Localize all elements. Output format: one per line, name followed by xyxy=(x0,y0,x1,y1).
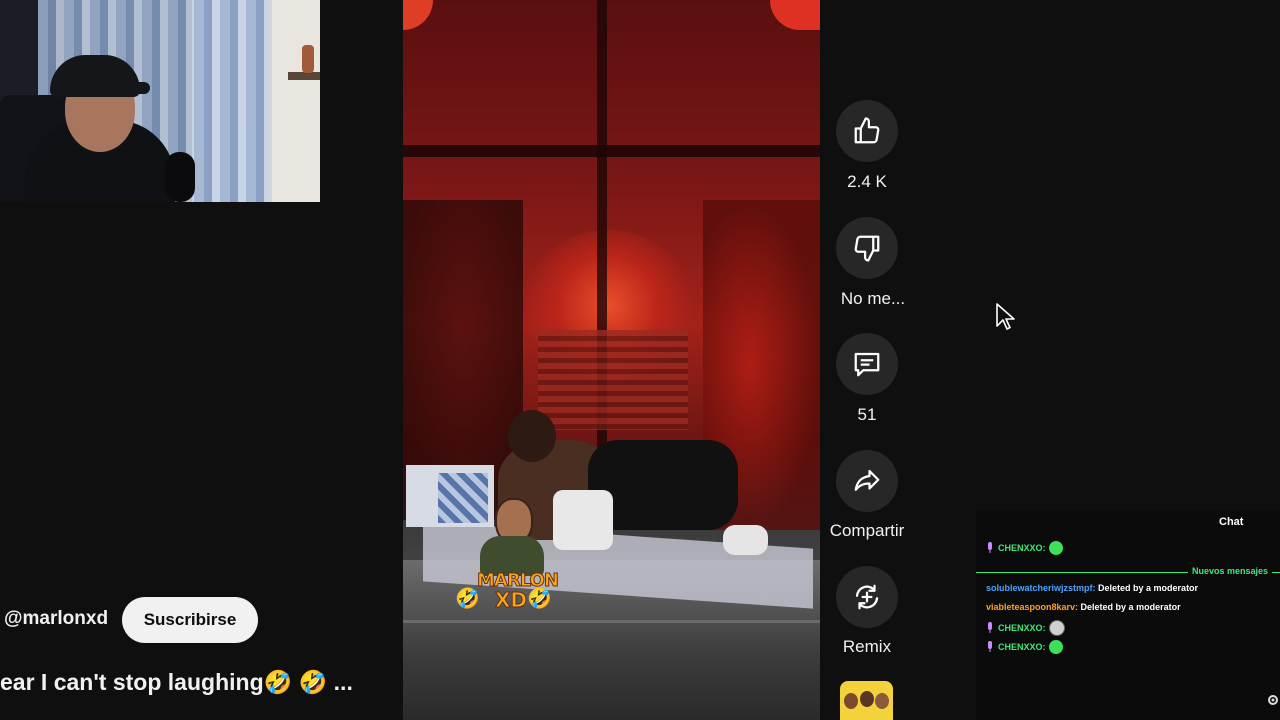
like-count: 2.4 K xyxy=(847,172,887,191)
dislike-button[interactable] xyxy=(836,217,898,279)
comments-button[interactable] xyxy=(836,333,898,395)
share-icon xyxy=(854,469,880,491)
comment-icon xyxy=(854,352,880,377)
remix-button[interactable] xyxy=(836,566,898,628)
like-button[interactable] xyxy=(836,100,898,162)
emote-icon xyxy=(1048,640,1063,654)
remix-icon xyxy=(855,584,879,610)
emote-icon xyxy=(1048,541,1063,555)
channel-handle[interactable]: @marlonxd xyxy=(4,608,108,630)
dislike-label: No me... xyxy=(840,289,906,308)
live-chat-panel: Chat CHENXXO: Nuevos mensajes solublewat… xyxy=(976,510,1280,720)
video-title[interactable]: ear I can't stop laughing🤣 🤣 ... xyxy=(0,669,353,696)
comments-count: 51 xyxy=(857,405,877,424)
thumbs-down-icon xyxy=(854,235,880,262)
new-messages-divider: Nuevos mensajes xyxy=(976,566,1280,577)
chat-title: Chat xyxy=(1219,516,1244,528)
channel-avatar-thumbnail[interactable] xyxy=(840,681,893,720)
emote-icon xyxy=(1048,620,1065,636)
video-player[interactable]: MARLON XD 🤣 🤣 xyxy=(403,0,820,720)
chat-message: solublewatcheriwjzstmpf: Deleted by a mo… xyxy=(986,583,1199,593)
chat-message: viableteaspoon8karv: Deleted by a modera… xyxy=(986,602,1181,612)
microphone-icon xyxy=(988,641,992,652)
thumbs-up-icon xyxy=(854,117,880,144)
webcam-overlay xyxy=(0,0,320,202)
microphone-icon xyxy=(988,622,992,633)
watermark-logo: MARLON XD 🤣 🤣 xyxy=(455,498,559,618)
settings-icon[interactable] xyxy=(1266,693,1280,707)
mouse-cursor-icon xyxy=(996,303,1015,330)
chat-message: CHENXXO: xyxy=(986,640,1063,654)
chat-message: CHENXXO: xyxy=(986,541,1063,555)
share-label: Compartir xyxy=(829,521,905,540)
share-button[interactable] xyxy=(836,450,898,512)
microphone-icon xyxy=(988,542,992,553)
chat-message: CHENXXO: xyxy=(986,620,1065,636)
remix-label: Remix xyxy=(842,637,892,656)
subscribe-button[interactable]: Suscribirse xyxy=(122,597,258,643)
